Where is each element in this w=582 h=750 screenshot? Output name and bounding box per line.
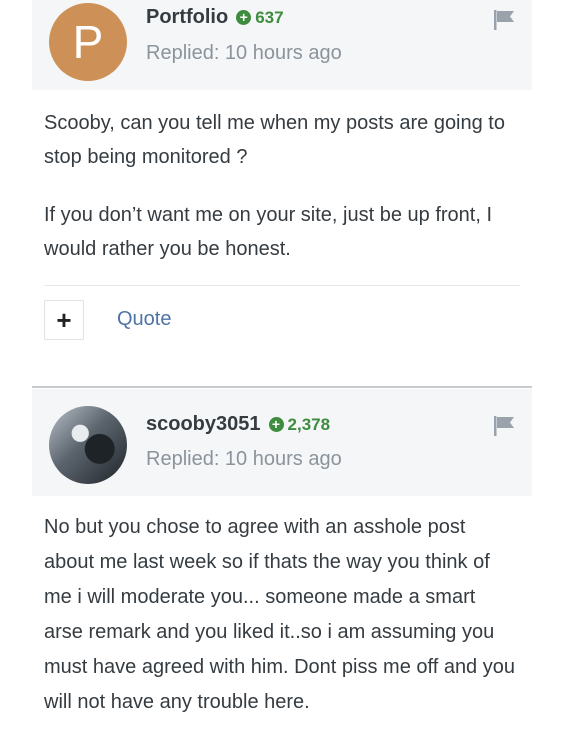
avatar[interactable]: P xyxy=(49,3,127,81)
post: scooby3051 + 2,378 Replied: 10 hours ago… xyxy=(32,389,532,737)
flag-icon[interactable] xyxy=(493,10,515,30)
post-paragraph: No but you chose to agree with an asshol… xyxy=(44,516,515,713)
author-info: Portfolio + 637 xyxy=(146,6,284,29)
post-paragraph: Scooby, can you tell me when my posts ar… xyxy=(44,112,505,168)
post-content: Scooby, can you tell me when my posts ar… xyxy=(32,90,532,266)
reply-timestamp: Replied: 10 hours ago xyxy=(146,448,342,470)
plus-circle-icon: + xyxy=(236,10,252,25)
reputation-badge[interactable]: + 2,378 xyxy=(268,414,331,435)
post-header: scooby3051 + 2,378 Replied: 10 hours ago xyxy=(32,389,532,496)
plus-circle-icon: + xyxy=(268,417,284,432)
avatar[interactable] xyxy=(49,406,127,484)
post-header: P Portfolio + 637 Replied: 10 hours ago xyxy=(32,0,532,90)
post-paragraph: If you don’t want me on your site, just … xyxy=(44,204,493,260)
reputation-badge[interactable]: + 637 xyxy=(236,7,284,28)
author-info: scooby3051 + 2,378 xyxy=(146,413,330,436)
post-divider xyxy=(32,386,532,388)
flag-icon[interactable] xyxy=(493,416,515,436)
post-content: No but you chose to agree with an asshol… xyxy=(32,496,532,720)
post-actions: + Quote xyxy=(44,285,520,362)
reply-timestamp: Replied: 10 hours ago xyxy=(146,42,342,64)
author-name[interactable]: Portfolio xyxy=(146,6,228,29)
reputation-count: 637 xyxy=(255,7,284,27)
quote-button[interactable]: Quote xyxy=(117,308,171,331)
post: P Portfolio + 637 Replied: 10 hours ago … xyxy=(32,0,532,362)
reputation-count: 2,378 xyxy=(287,414,331,434)
multiquote-button[interactable]: + xyxy=(44,300,84,340)
author-name[interactable]: scooby3051 xyxy=(146,413,261,436)
